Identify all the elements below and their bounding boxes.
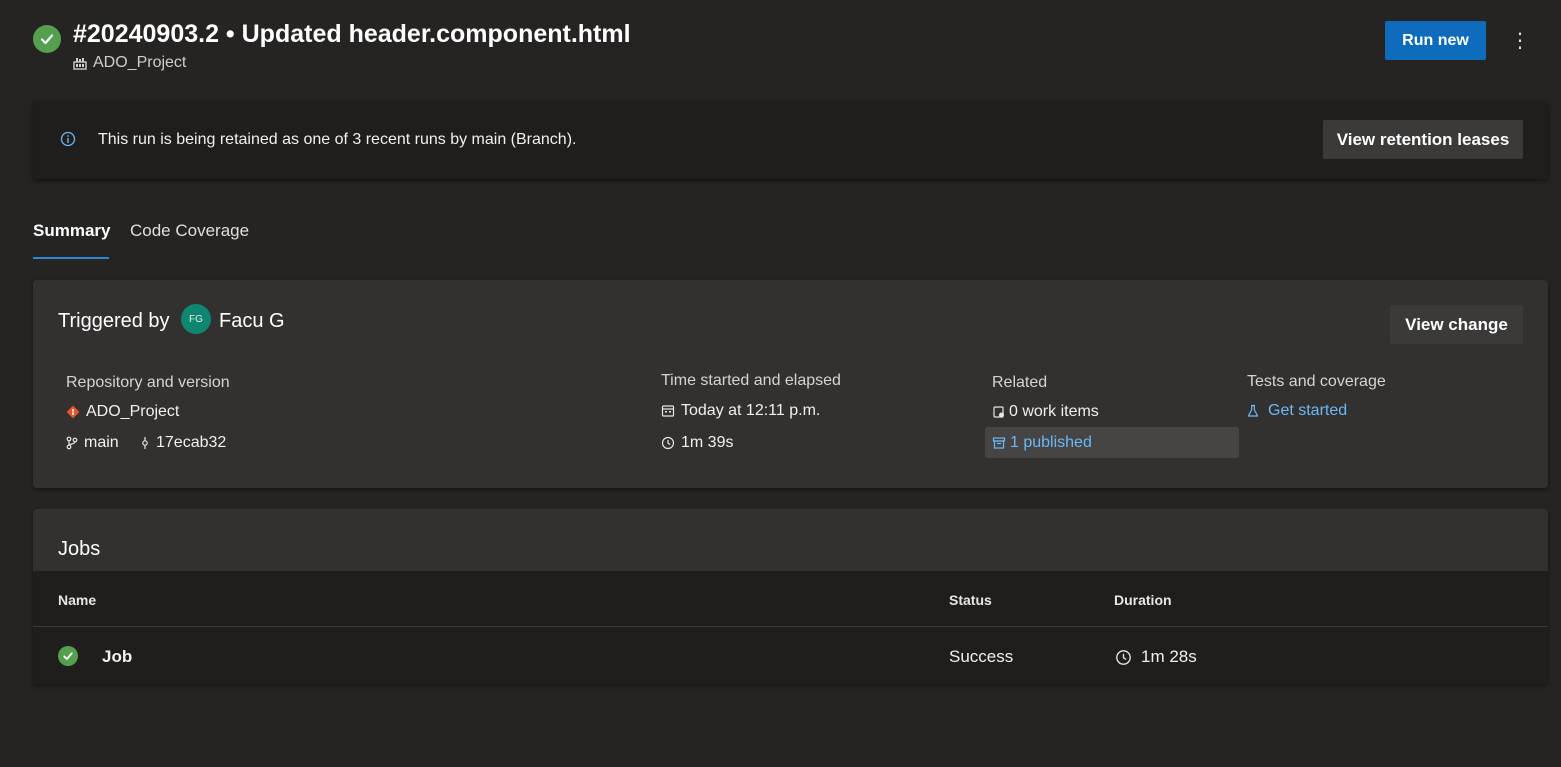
repository-link[interactable]: ADO_Project	[66, 403, 179, 421]
column-header-name[interactable]: Name	[58, 592, 96, 608]
work-items-link[interactable]: 0 work items	[992, 403, 1099, 421]
table-row[interactable]	[33, 627, 1548, 684]
branch-link[interactable]: main	[66, 434, 119, 452]
project-link[interactable]: ADO_Project	[73, 54, 186, 72]
pipeline-icon	[73, 56, 87, 70]
repository-name: ADO_Project	[86, 403, 180, 420]
tab-code-coverage[interactable]: Code Coverage	[130, 221, 249, 241]
commit-link[interactable]: 17ecab32	[140, 434, 226, 452]
tab-summary[interactable]: Summary	[33, 221, 110, 241]
start-time-text: Today at 12:11 p.m.	[681, 402, 821, 419]
info-icon	[60, 131, 76, 147]
trigger-user-name[interactable]: Facu G	[219, 310, 285, 333]
clock-icon	[661, 436, 675, 450]
git-repo-icon	[66, 405, 80, 419]
time-heading: Time started and elapsed	[661, 372, 841, 389]
retention-message: This run is being retained as one of 3 r…	[98, 131, 577, 148]
start-time: Today at 12:11 p.m.	[661, 402, 820, 420]
job-duration: 1m 28s	[1115, 647, 1197, 667]
commit-hash: 17ecab32	[156, 434, 227, 451]
job-success-icon	[58, 646, 78, 666]
job-duration-text: 1m 28s	[1141, 647, 1197, 666]
clock-icon	[1115, 649, 1132, 666]
commit-icon	[140, 436, 150, 450]
job-status: Success	[949, 647, 1014, 666]
get-started-link[interactable]: Get started	[1247, 402, 1347, 420]
view-change-button[interactable]: View change	[1390, 305, 1523, 344]
branch-icon	[66, 436, 78, 450]
related-heading: Related	[992, 374, 1048, 391]
run-new-button[interactable]: Run new	[1385, 21, 1486, 60]
view-retention-leases-button[interactable]: View retention leases	[1323, 120, 1523, 159]
tests-heading: Tests and coverage	[1247, 373, 1386, 390]
elapsed-time: 1m 39s	[661, 434, 733, 452]
run-title: #20240903.2 • Updated header.component.h…	[73, 20, 631, 48]
work-items-text: 0 work items	[1009, 403, 1099, 420]
project-name: ADO_Project	[93, 54, 187, 71]
more-actions-icon[interactable]: ⋮	[1505, 25, 1535, 55]
column-header-status[interactable]: Status	[949, 592, 992, 608]
run-success-icon	[33, 25, 61, 53]
published-text: 1 published	[1010, 434, 1092, 451]
triggered-by-label: Triggered by	[58, 310, 170, 332]
column-header-duration[interactable]: Duration	[1114, 592, 1172, 608]
elapsed-time-text: 1m 39s	[681, 434, 734, 451]
repository-heading: Repository and version	[66, 374, 230, 391]
artifact-icon	[992, 436, 1006, 450]
active-tab-indicator	[33, 257, 109, 259]
calendar-icon	[661, 404, 675, 418]
job-name[interactable]: Job	[102, 647, 132, 667]
get-started-text: Get started	[1268, 402, 1348, 419]
branch-name: main	[84, 434, 119, 451]
work-item-icon	[992, 405, 1006, 419]
jobs-title: Jobs	[58, 538, 101, 560]
avatar[interactable]: FG	[181, 304, 211, 334]
published-artifacts-link[interactable]: 1 published	[992, 434, 1092, 452]
flask-icon	[1247, 404, 1259, 418]
